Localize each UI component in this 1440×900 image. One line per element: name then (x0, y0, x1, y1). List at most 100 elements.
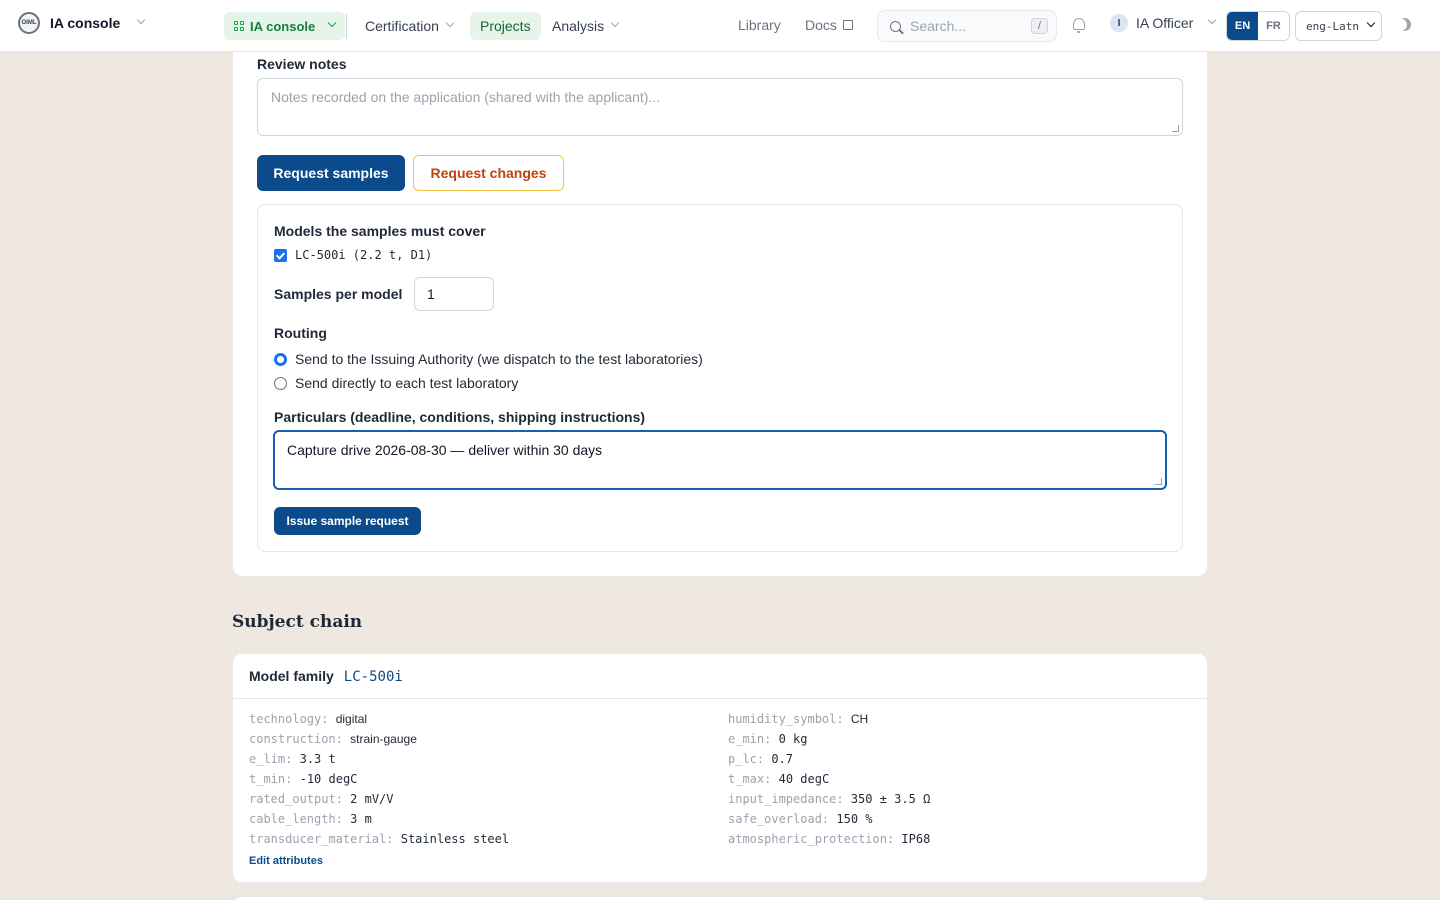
nav-projects-label: Projects (480, 18, 531, 34)
attribute-value: 3 m (350, 812, 372, 826)
attribute-value: strain-gauge (350, 732, 417, 746)
attribute-key: technology: (249, 712, 329, 726)
model-family-header: Model family LC-500i (249, 668, 403, 685)
request-changes-button[interactable]: Request changes (413, 155, 564, 191)
user-menu[interactable]: I IA Officer (1110, 14, 1217, 32)
models-title: Models the samples must cover (274, 223, 486, 239)
attribute-value: -10 degC (299, 772, 358, 786)
oiml-logo: OIML (18, 12, 40, 34)
edit-attributes-link[interactable]: Edit attributes (249, 855, 323, 867)
bell-icon[interactable] (1073, 18, 1085, 33)
chevron-down-icon (445, 18, 455, 28)
routing-option-label[interactable]: Send directly to each test laboratory (295, 375, 518, 391)
resize-handle-icon[interactable] (1172, 125, 1179, 132)
resize-handle-icon[interactable] (1155, 478, 1162, 485)
particulars-value: Capture drive 2026-08-30 — deliver withi… (287, 442, 603, 458)
attribute-key: t_min: (249, 772, 293, 786)
attribute-key: rated_output: (249, 792, 343, 806)
issue-sample-request-button[interactable]: Issue sample request (274, 507, 421, 535)
docs-link[interactable]: Docs (805, 17, 853, 33)
attribute-value: 0 kg (778, 732, 808, 746)
chevron-down-icon (1366, 18, 1376, 28)
attribute-value: digital (335, 712, 368, 726)
request-samples-button[interactable]: Request samples (257, 155, 405, 191)
chevron-down-icon (137, 15, 146, 25)
attribute-value: Stainless steel (400, 832, 510, 846)
chevron-down-icon (328, 18, 337, 28)
divider (346, 14, 347, 38)
search-shortcut-badge: / (1030, 18, 1048, 34)
user-name: IA Officer (1136, 15, 1194, 31)
review-notes-textarea[interactable]: Notes recorded on the application (share… (257, 78, 1183, 136)
attribute-row: e_min: 0 kg (728, 732, 808, 746)
attribute-key: transducer_material: (249, 832, 394, 846)
grid-icon (234, 21, 244, 31)
attribute-key: t_max: (728, 772, 772, 786)
workspace-label: IA console (250, 18, 316, 34)
attribute-value: 40 degC (778, 772, 830, 786)
attribute-row: safe_overload: 150 % (728, 812, 873, 826)
particulars-textarea[interactable]: Capture drive 2026-08-30 — deliver withi… (273, 430, 1167, 490)
library-link[interactable]: Library (738, 17, 781, 33)
samples-per-model-input[interactable]: 1 (414, 277, 494, 311)
attribute-key: cable_length: (249, 812, 343, 826)
attribute-row: cable_length: 3 m (249, 812, 372, 826)
chevron-down-icon (1208, 15, 1217, 25)
model-checkbox-label[interactable]: LC-500i (2.2 t, D1) (295, 248, 432, 262)
attribute-row: construction: strain-gauge (249, 732, 417, 746)
app-switcher[interactable]: OIML IA console (18, 12, 146, 34)
nav-certification[interactable]: Certification (355, 12, 463, 40)
external-link-icon (842, 20, 853, 30)
library-label: Library (738, 17, 781, 33)
lang-fr-button[interactable]: FR (1258, 12, 1289, 40)
top-navigation-bar: OIML IA console IA console Certification… (0, 0, 1440, 52)
routing-label: Routing (274, 325, 327, 341)
attribute-row: e_lim: 3.3 t (249, 752, 336, 766)
model-checkbox[interactable] (274, 249, 287, 262)
lang-en-button[interactable]: EN (1227, 12, 1258, 40)
attribute-row: t_max: 40 degC (728, 772, 829, 786)
search-input[interactable]: Search... / (877, 10, 1057, 42)
moon-icon[interactable] (1396, 16, 1413, 33)
attribute-row: humidity_symbol: CH (728, 712, 868, 726)
attribute-key: p_lc: (728, 752, 765, 766)
nav-projects[interactable]: Projects (470, 12, 541, 40)
attribute-key: safe_overload: (728, 812, 830, 826)
app-name: IA console (50, 15, 121, 31)
attribute-row: technology: digital (249, 712, 367, 726)
attribute-key: atmospheric_protection: (728, 832, 895, 846)
attribute-row: rated_output: 2 mV/V (249, 792, 394, 806)
attribute-value: 350 ± 3.5 Ω (850, 792, 931, 806)
nav-certification-label: Certification (365, 18, 439, 34)
attribute-value: CH (850, 712, 869, 726)
script-select-value: eng-Latn (1306, 19, 1359, 33)
workspace-switcher[interactable]: IA console (224, 12, 346, 40)
chevron-down-icon (610, 18, 620, 28)
next-card (232, 896, 1208, 900)
script-select[interactable]: eng-Latn (1295, 11, 1382, 41)
attribute-value: IP68 (901, 832, 931, 846)
attribute-value: 2 mV/V (350, 792, 394, 806)
attribute-value: 150 % (836, 812, 873, 826)
model-family-code: LC-500i (343, 669, 403, 685)
attribute-key: e_lim: (249, 752, 293, 766)
search-placeholder: Search... (910, 18, 967, 34)
attribute-key: humidity_symbol: (728, 712, 844, 726)
attribute-key: construction: (249, 732, 343, 746)
model-family-label: Model family (249, 668, 334, 684)
routing-radio-issuing-authority[interactable] (274, 353, 287, 366)
routing-radio-direct[interactable] (274, 377, 287, 390)
review-notes-label: Review notes (257, 56, 347, 72)
search-icon (890, 20, 901, 32)
nav-analysis[interactable]: Analysis (542, 12, 628, 40)
docs-label: Docs (805, 17, 837, 33)
attribute-row: transducer_material: Stainless steel (249, 832, 509, 846)
attribute-key: e_min: (728, 732, 772, 746)
nav-analysis-label: Analysis (552, 18, 605, 34)
subject-chain-heading: Subject chain (232, 612, 363, 632)
model-family-card (232, 653, 1208, 883)
attribute-row: atmospheric_protection: IP68 (728, 832, 930, 846)
attribute-row: t_min: -10 degC (249, 772, 357, 786)
routing-option-label[interactable]: Send to the Issuing Authority (we dispat… (295, 351, 703, 367)
attribute-value: 0.7 (771, 752, 794, 766)
